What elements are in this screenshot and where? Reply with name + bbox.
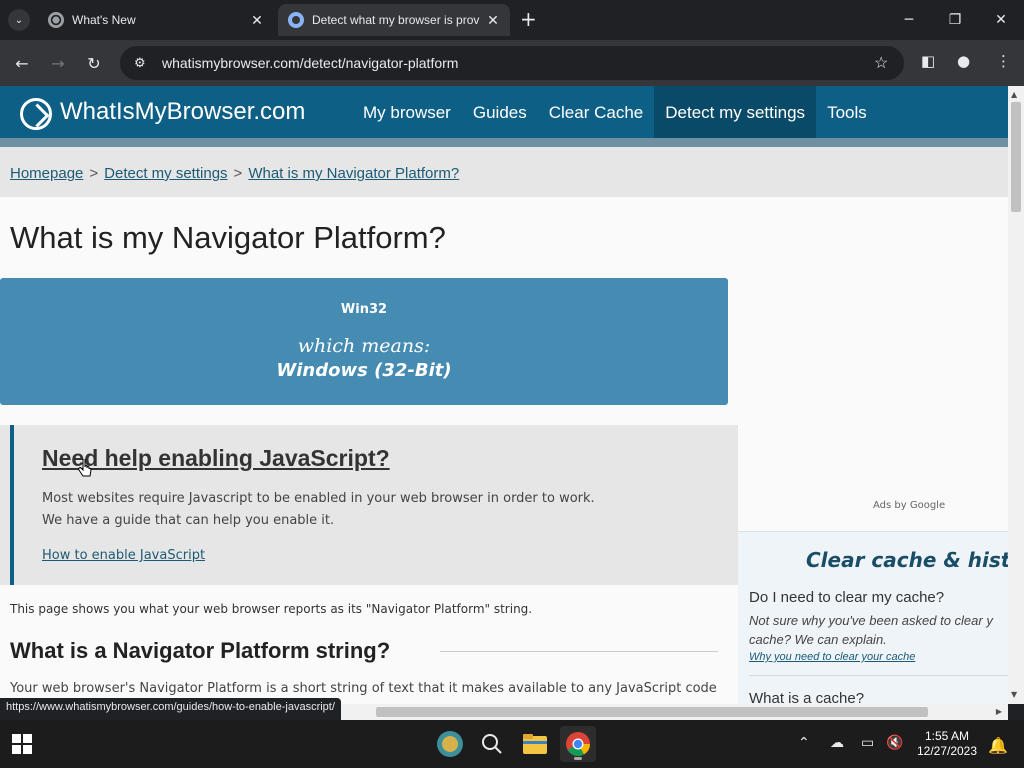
- taskbar-chrome-icon[interactable]: [560, 726, 596, 762]
- breadcrumb-home[interactable]: Homepage: [10, 165, 83, 182]
- breadcrumb-sep: >: [233, 165, 243, 182]
- nav-my-browser[interactable]: My browser: [352, 86, 462, 138]
- js-help-text-2: We have a guide that can help you enable…: [42, 513, 335, 528]
- browser-tab-strip: ⌄ What's New ✕ Detect what my browser is…: [0, 0, 1024, 40]
- sidebar-link-1[interactable]: Why you need to clear your cache: [749, 651, 915, 663]
- menu-icon[interactable]: ⋮: [996, 52, 1011, 70]
- tray-volume-icon[interactable]: 🔇: [886, 735, 903, 751]
- vertical-scroll-thumb[interactable]: [1011, 102, 1021, 212]
- reload-icon[interactable]: ↻: [82, 51, 106, 75]
- sidebar-question-1[interactable]: Do I need to clear my cache?: [749, 589, 944, 606]
- page-title: What is my Navigator Platform?: [10, 220, 446, 255]
- restore-icon[interactable]: ❐: [932, 0, 978, 40]
- windows-start-icon[interactable]: [12, 734, 32, 754]
- tray-network-icon[interactable]: ▭: [861, 735, 874, 751]
- intro-text: This page shows you what your web browse…: [10, 602, 533, 616]
- js-help-text-1: Most websites require Javascript to be e…: [42, 491, 595, 506]
- scroll-right-icon[interactable]: ▶: [996, 707, 1002, 716]
- clock-date: 12/27/2023: [916, 744, 978, 758]
- main-nav: My browser Guides Clear Cache Detect my …: [352, 86, 878, 138]
- platform-value: Win32: [340, 302, 388, 317]
- breadcrumb-sep: >: [89, 165, 99, 182]
- tray-chevron-up-icon[interactable]: ⌃: [798, 735, 810, 751]
- horizontal-scroll-thumb[interactable]: [376, 707, 928, 717]
- new-tab-icon[interactable]: +: [520, 9, 537, 29]
- back-icon[interactable]: ←: [10, 51, 34, 75]
- notification-bell-icon[interactable]: 🔔: [988, 736, 1008, 755]
- breadcrumb: Homepage > Detect my settings > What is my N…: [0, 147, 1008, 197]
- tab-title: What's New: [72, 13, 136, 27]
- js-help-accent-bar: [10, 425, 14, 585]
- vertical-scrollbar[interactable]: ▲ ▼: [1008, 86, 1024, 704]
- nav-guides[interactable]: Guides: [462, 86, 538, 138]
- tab-search-chevron-icon[interactable]: ⌄: [8, 9, 30, 31]
- forward-icon[interactable]: →: [46, 51, 70, 75]
- address-bar[interactable]: ⚙ whatismybrowser.com/detect/navigator-p…: [120, 46, 904, 80]
- address-url[interactable]: whatismybrowser.com/detect/navigator-pla…: [162, 55, 874, 71]
- section-text: Your web browser's Navigator Platform is…: [10, 681, 717, 696]
- nav-clear-cache[interactable]: Clear Cache: [538, 86, 655, 138]
- js-help-heading[interactable]: Need help enabling JavaScript?: [42, 445, 390, 472]
- site-logo-text[interactable]: WhatIsMyBrowser.com: [60, 98, 305, 126]
- taskbar-clock[interactable]: 1:55 AM 12/27/2023: [912, 729, 982, 759]
- scroll-up-icon[interactable]: ▲: [1011, 90, 1017, 99]
- result-box: Win32 which means: Windows (32-Bit): [0, 278, 728, 405]
- breadcrumb-current[interactable]: What is my Navigator Platform?: [248, 165, 459, 182]
- profile-icon[interactable]: ●: [957, 52, 970, 70]
- js-help-box: Need help enabling JavaScript? Most webs…: [0, 425, 738, 585]
- nav-divider: [0, 138, 1008, 147]
- means-label: which means:: [297, 335, 431, 357]
- ads-label[interactable]: Ads by Google: [873, 500, 945, 511]
- bookmark-star-icon[interactable]: ☆: [874, 53, 904, 73]
- breadcrumb-section[interactable]: Detect my settings: [104, 165, 227, 182]
- clock-time: 1:55 AM: [924, 729, 970, 743]
- site-logo-icon[interactable]: [20, 98, 52, 130]
- close-tab-icon[interactable]: ✕: [248, 12, 266, 29]
- taskbar-file-explorer-icon[interactable]: [517, 726, 553, 762]
- heading-rule: [440, 651, 718, 652]
- section-heading: What is a Navigator Platform string?: [10, 638, 391, 663]
- sidebar-clear-cache: Clear cache & history Do I need to clear…: [738, 531, 1008, 704]
- close-tab-icon[interactable]: ✕: [484, 12, 502, 29]
- tray-cloud-icon[interactable]: ☁: [830, 735, 844, 751]
- scroll-down-icon[interactable]: ▼: [1011, 690, 1017, 699]
- tab-title: Detect what my browser is prov: [312, 13, 480, 27]
- sidebar-title: Clear cache & history: [806, 548, 1008, 572]
- site-favicon-icon: [288, 12, 304, 28]
- nav-tools[interactable]: Tools: [816, 86, 878, 138]
- taskbar-shell-app-icon[interactable]: [432, 726, 468, 762]
- sidebar-description-1: Not sure why you've been asked to clear …: [749, 613, 993, 647]
- tab-detect-browser[interactable]: Detect what my browser is prov ✕: [278, 4, 510, 36]
- taskbar: ⌃ ☁ ▭ 🔇 1:55 AM 12/27/2023 🔔: [0, 720, 1024, 768]
- status-url-bubble: https://www.whatismybrowser.com/guides/h…: [0, 698, 341, 720]
- taskbar-search-icon[interactable]: [474, 726, 510, 762]
- chrome-favicon-icon: [48, 12, 64, 28]
- active-app-indicator: [574, 757, 582, 760]
- minimize-icon[interactable]: ─: [886, 0, 932, 40]
- site-info-icon[interactable]: ⚙: [134, 55, 154, 71]
- page-viewport: WhatIsMyBrowser.com My browser Guides Cl…: [0, 86, 1008, 704]
- browser-toolbar: ← → ↻ ⚙ whatismybrowser.com/detect/navig…: [0, 40, 1024, 86]
- close-window-icon[interactable]: ✕: [978, 0, 1024, 40]
- site-header: WhatIsMyBrowser.com My browser Guides Cl…: [0, 86, 1008, 138]
- enable-js-link[interactable]: How to enable JavaScript: [42, 548, 205, 563]
- platform-meaning: Windows (32-Bit): [276, 360, 452, 381]
- sidebar-divider: [749, 675, 1008, 676]
- hand-cursor-icon: [78, 459, 92, 477]
- nav-detect-my-settings[interactable]: Detect my settings: [654, 86, 817, 138]
- sidebar-question-2[interactable]: What is a cache?: [749, 690, 864, 704]
- side-panel-icon[interactable]: ◧: [921, 52, 935, 70]
- tab-whats-new[interactable]: What's New ✕: [38, 4, 274, 36]
